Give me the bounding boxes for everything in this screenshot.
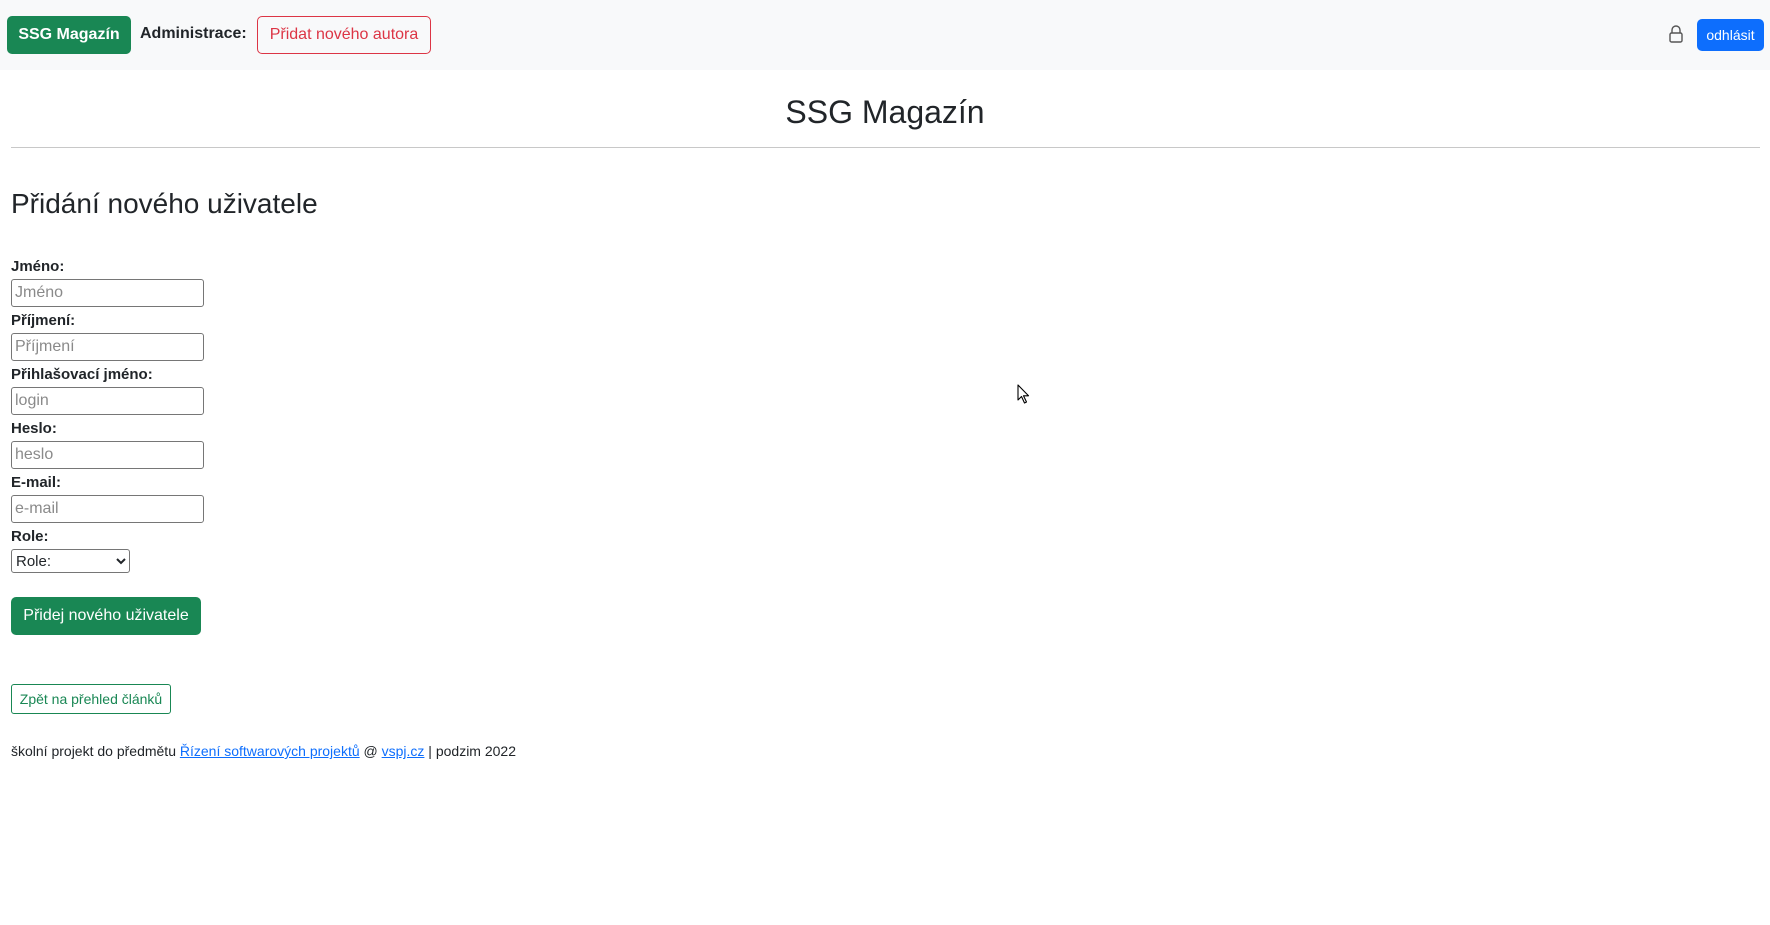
- brand-button[interactable]: SSG Magazín: [7, 16, 131, 54]
- add-user-button[interactable]: Přidej nového uživatele: [11, 597, 201, 635]
- role-label: Role:: [11, 528, 49, 545]
- password-label: Heslo:: [11, 420, 57, 437]
- footer-prefix: školní projekt do předmětu: [11, 743, 180, 759]
- administration-label: Administrace:: [140, 25, 247, 42]
- logout-button[interactable]: odhlásit: [1697, 19, 1764, 51]
- back-to-articles-button[interactable]: Zpět na přehled článků: [11, 684, 171, 714]
- lock-icon: [1669, 25, 1683, 43]
- email-input[interactable]: [11, 495, 204, 523]
- header-divider: [11, 147, 1760, 148]
- site-title: SSG Magazín: [785, 94, 985, 130]
- email-label: E-mail:: [11, 474, 62, 491]
- footer: školní projekt do předmětu Řízení softwa…: [11, 743, 516, 759]
- login-input[interactable]: [11, 387, 204, 415]
- top-navbar: SSG Magazín Administrace: Přidat nového …: [0, 0, 1770, 70]
- footer-suffix: | podzim 2022: [424, 743, 517, 759]
- last-name-input[interactable]: [11, 333, 204, 361]
- course-link[interactable]: Řízení softwarových projektů: [180, 743, 360, 759]
- first-name-label: Jméno:: [11, 258, 65, 275]
- first-name-input[interactable]: [11, 279, 204, 307]
- footer-at: @: [359, 743, 382, 759]
- add-author-button[interactable]: Přidat nového autora: [257, 16, 431, 54]
- mouse-cursor-icon: [1017, 384, 1030, 404]
- login-label: Přihlašovací jméno:: [11, 366, 153, 383]
- password-input[interactable]: [11, 441, 204, 469]
- site-link[interactable]: vspj.cz: [382, 743, 425, 759]
- role-select[interactable]: Role:: [11, 549, 130, 573]
- page-heading: Přidání nového uživatele: [11, 188, 318, 219]
- last-name-label: Příjmení:: [11, 312, 76, 329]
